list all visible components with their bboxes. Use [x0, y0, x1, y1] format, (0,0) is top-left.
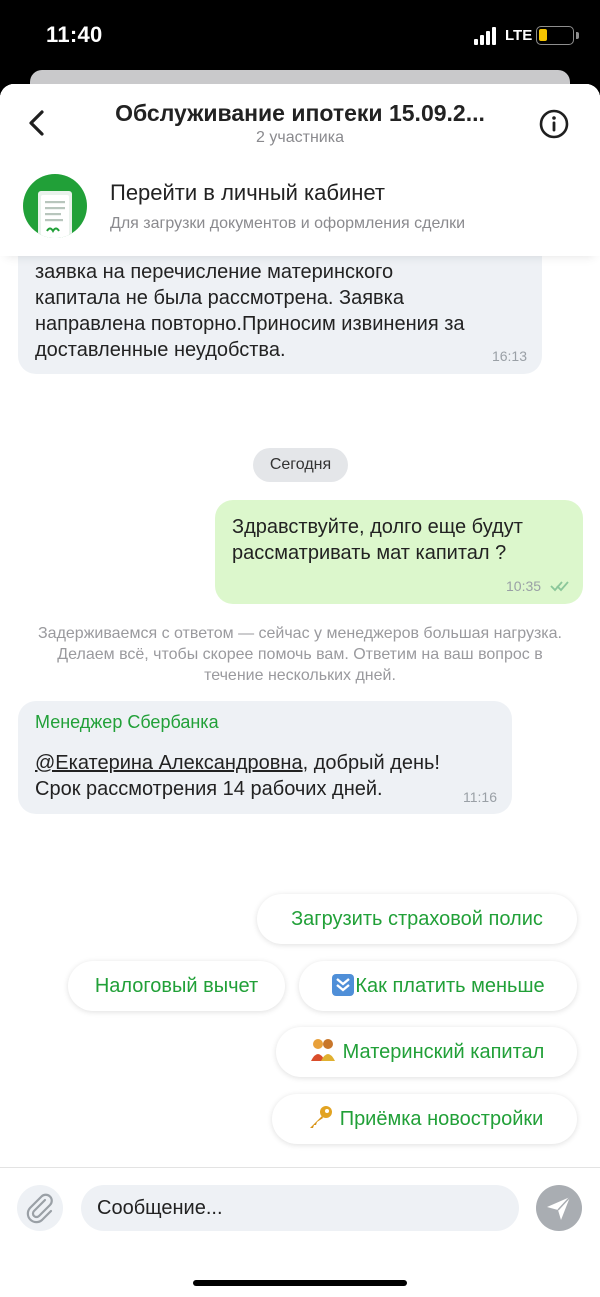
info-icon — [539, 109, 569, 139]
chip-label: Загрузить страховой полис — [291, 908, 543, 930]
message-line: доставленные неудобства. — [35, 339, 286, 361]
key-icon — [309, 1106, 332, 1128]
message-line: заявка на перечисление материнского — [35, 261, 394, 283]
double-check-icon — [550, 581, 569, 592]
participants-count: 2 участника — [256, 129, 344, 146]
quick-reply-upload-policy[interactable]: Загрузить страховой полис — [257, 894, 577, 944]
chat-sheet: заявка на перечисление материнского капи… — [0, 84, 600, 1297]
network-type: LTE — [505, 27, 533, 44]
message-text: Срок рассмотрения 14 рабочих дней. — [35, 778, 383, 800]
quick-reply-new-building[interactable]: Приёмка новостройки — [272, 1094, 577, 1144]
system-notice: Задерживаемся с ответом — сейчас у менед… — [38, 625, 562, 684]
chevron-left-icon — [29, 110, 44, 136]
home-indicator — [193, 1280, 407, 1286]
message-time: 16:13 — [491, 348, 527, 364]
banner-title: Перейти в личный кабинет — [110, 180, 385, 205]
quick-reply-pay-less[interactable]: Как платить меньше — [299, 961, 577, 1011]
chip-label: Приёмка новостройки — [339, 1108, 544, 1130]
chat-header: Обслуживание ипотеки 15.09.2... 2 участн… — [0, 84, 600, 256]
sender-name: Менеджер Сбербанка — [35, 712, 219, 732]
chip-label: Материнский капитал — [342, 1041, 545, 1063]
battery-icon — [536, 26, 574, 45]
family-icon — [310, 1039, 335, 1061]
chat-title: Обслуживание ипотеки 15.09.2... — [115, 100, 485, 126]
back-button[interactable] — [22, 108, 52, 138]
date-separator: Сегодня — [253, 448, 348, 482]
message-text: , добрый день! — [302, 752, 440, 774]
message-line: капитала не была рассмотрена. Заявка — [35, 287, 404, 309]
chip-label: Как платить меньше — [355, 975, 545, 997]
send-icon — [547, 1196, 571, 1220]
personal-account-banner[interactable]: Перейти в личный кабинет Для загрузки до… — [0, 170, 600, 256]
message-line: направлена повторно.Приносим извинения з… — [35, 313, 465, 335]
message-time: 10:35 — [506, 578, 542, 594]
quick-reply-tax-deduction[interactable]: Налоговый вычет — [68, 961, 285, 1011]
document-icon — [23, 174, 87, 238]
message-line: Здравствуйте, долго еще будут — [232, 516, 523, 538]
banner-subtitle: Для загрузки документов и оформления сде… — [110, 215, 466, 232]
chip-label: Налоговый вычет — [94, 975, 259, 997]
send-button[interactable] — [536, 1185, 582, 1231]
status-time: 11:40 — [46, 22, 103, 47]
outgoing-message: Здравствуйте, долго еще будут рассматрив… — [215, 500, 583, 604]
status-bar: 11:40 LTE — [0, 0, 600, 80]
attach-button[interactable] — [17, 1185, 63, 1231]
quick-reply-maternity-capital[interactable]: Материнский капитал — [276, 1027, 577, 1077]
battery-cap — [576, 32, 579, 39]
message-composer — [0, 1167, 600, 1297]
message-input[interactable] — [81, 1185, 519, 1231]
down-arrow-icon — [332, 974, 355, 996]
user-mention[interactable]: @Екатерина Александровна — [35, 752, 303, 774]
paperclip-icon — [26, 1193, 53, 1224]
message-line: рассматривать мат капитал ? — [232, 542, 507, 564]
message-time: 11:16 — [463, 789, 497, 805]
signal-icon — [474, 27, 496, 45]
incoming-message: Менеджер Сбербанка @Екатерина Александро… — [18, 701, 512, 814]
info-button[interactable] — [538, 108, 570, 140]
